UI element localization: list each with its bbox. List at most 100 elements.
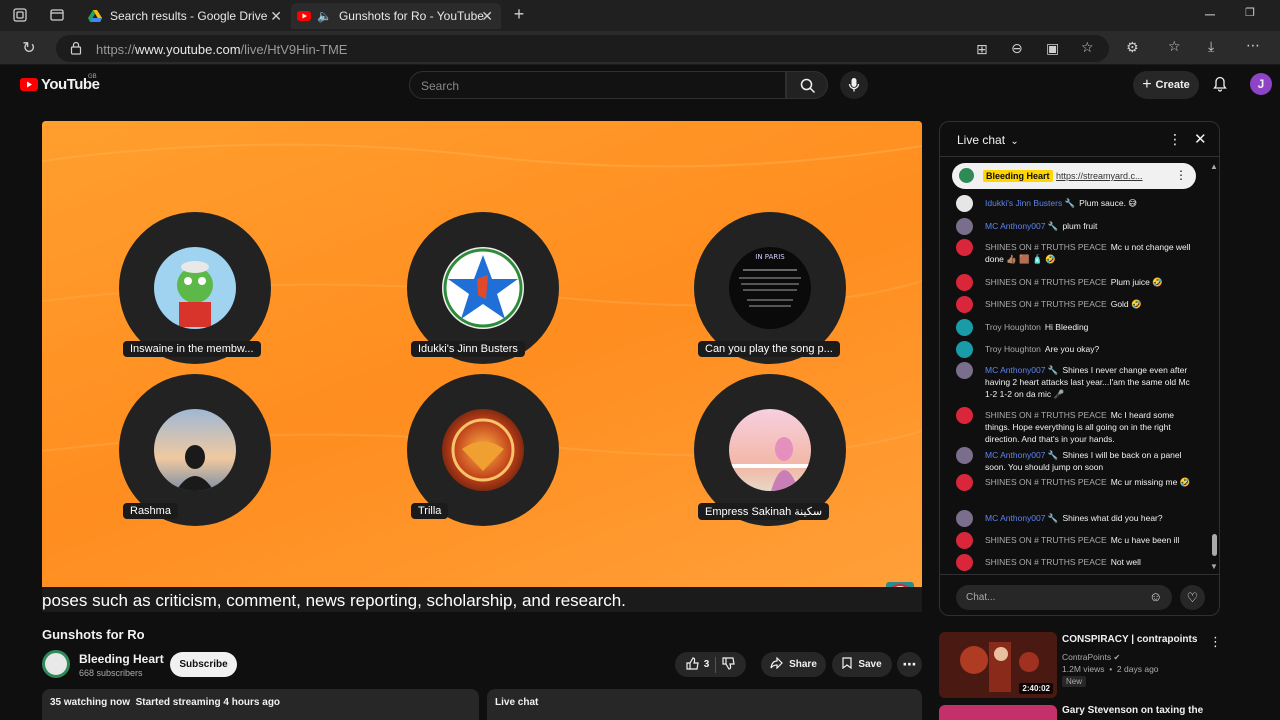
pinned-message[interactable]: Bleeding Heart https://streamyard.c... ⋮ xyxy=(952,163,1196,189)
zoom-icon[interactable]: ⊖ xyxy=(1011,40,1023,57)
recommended-thumbnail[interactable]: 2:40:02 xyxy=(939,632,1057,698)
participant-name: Trilla xyxy=(411,503,449,519)
message-author[interactable]: SHINES ON # TRUTHS PEACE xyxy=(985,557,1107,567)
participant-avatar xyxy=(442,247,524,329)
video-player[interactable]: Inswaine in the membw... Idukki's Jinn B… xyxy=(42,121,922,612)
author-avatar xyxy=(956,296,973,313)
channel-avatar[interactable] xyxy=(42,650,70,678)
favorite-star-icon[interactable]: ☆ xyxy=(1081,39,1094,56)
search-button[interactable] xyxy=(786,71,828,99)
author-avatar xyxy=(956,554,973,571)
url-field[interactable]: https://www.youtube.com/live/HtV9Hin-TME… xyxy=(56,35,1109,62)
downloads-icon[interactable]: ⤓ xyxy=(1208,38,1214,55)
chat-mode-dropdown[interactable]: Live chat ⌄ xyxy=(957,133,1019,147)
pinned-link[interactable]: https://streamyard.c... xyxy=(1056,171,1143,181)
dislike-button[interactable] xyxy=(722,656,735,673)
recommended-thumbnail-next[interactable] xyxy=(939,705,1057,720)
tab-label: Search results - Google Drive xyxy=(110,9,268,23)
restore-button[interactable]: ❐ xyxy=(1242,6,1258,19)
message-author[interactable]: SHINES ON # TRUTHS PEACE xyxy=(985,277,1107,287)
youtube-icon xyxy=(297,11,311,21)
workspaces-icon[interactable] xyxy=(12,7,28,23)
message-author[interactable]: MC Anthony007 🔧 xyxy=(985,221,1058,231)
message-text: Plum juice 🤣 xyxy=(1110,277,1163,287)
recommended-title-next[interactable]: Gary Stevenson on taxing the xyxy=(1062,705,1203,716)
message-author[interactable]: SHINES ON # TRUTHS PEACE xyxy=(985,535,1107,545)
heart-reaction-icon[interactable]: ♡ xyxy=(1180,585,1205,610)
thumbs-up-icon xyxy=(686,656,699,673)
message-author[interactable]: SHINES ON # TRUTHS PEACE xyxy=(985,242,1107,252)
participant-tile[interactable]: Inswaine in the membw... xyxy=(119,212,271,364)
pinned-author[interactable]: Bleeding Heart xyxy=(983,170,1053,182)
pinned-options-icon[interactable]: ⋮ xyxy=(1175,168,1187,182)
participant-name: Rashma xyxy=(123,503,178,519)
recommended-more-icon[interactable]: ⋮ xyxy=(1209,634,1222,650)
speaker-icon[interactable]: 🔈 xyxy=(317,9,332,23)
new-tab-button[interactable]: + xyxy=(510,5,528,23)
tab-actions-icon[interactable] xyxy=(49,7,65,23)
like-count: 3 xyxy=(703,659,710,670)
tab-google-drive[interactable]: Search results - Google Drive ✕ xyxy=(80,3,290,29)
emoji-icon[interactable]: ☺ xyxy=(1149,589,1162,604)
close-icon[interactable]: ✕ xyxy=(481,8,493,25)
recommended-title[interactable]: CONSPIRACY | contrapoints xyxy=(1062,634,1197,645)
chat-header: Live chat ⌄ ⋮ ✕ xyxy=(940,122,1219,157)
message-author[interactable]: SHINES ON # TRUTHS PEACE xyxy=(985,410,1107,420)
message-author[interactable]: Idukki's Jinn Busters 🔧 xyxy=(985,198,1075,208)
scroll-up-icon[interactable]: ▲ xyxy=(1210,162,1218,171)
close-chat-icon[interactable]: ✕ xyxy=(1194,130,1207,148)
author-avatar xyxy=(956,195,973,212)
message-author[interactable]: MC Anthony007 🔧 xyxy=(985,450,1058,460)
minimize-button[interactable]: ─ xyxy=(1202,6,1218,22)
participant-tile[interactable]: IN PARIS Can you play the song p... xyxy=(694,212,846,364)
scroll-down-icon[interactable]: ▼ xyxy=(1210,562,1218,571)
chat-footer: Chat... ☺ ♡ xyxy=(940,574,1219,615)
more-actions-button[interactable]: ⋯ xyxy=(897,652,922,677)
subscriber-count: 668 subscribers xyxy=(79,668,143,678)
media-icon[interactable]: ▣ xyxy=(1046,40,1059,57)
refresh-icon[interactable]: ↻ xyxy=(20,38,38,58)
live-chat-replay-box[interactable]: Live chat xyxy=(487,689,922,720)
app-available-icon[interactable]: ⊞ xyxy=(976,41,988,58)
like-dislike-group: 3 xyxy=(675,652,746,677)
channel-name[interactable]: Bleeding Heart xyxy=(79,652,164,666)
recommended-channel[interactable]: ContraPoints ✔ xyxy=(1062,652,1120,662)
message-author[interactable]: Troy Houghton xyxy=(985,322,1041,332)
close-icon[interactable]: ✕ xyxy=(270,8,282,25)
extensions-icon[interactable]: ⚙ xyxy=(1126,39,1139,56)
message-text: Plum sauce. 😅 xyxy=(1079,198,1138,208)
save-button[interactable]: Save xyxy=(832,652,892,677)
message-author[interactable]: Troy Houghton xyxy=(985,344,1041,354)
lock-icon[interactable] xyxy=(70,41,82,58)
participant-avatar: IN PARIS xyxy=(729,247,811,329)
scroll-thumb[interactable] xyxy=(1212,534,1217,556)
notifications-bell-icon[interactable] xyxy=(1213,76,1227,97)
like-button[interactable]: 3 xyxy=(686,656,710,673)
youtube-logo-icon[interactable] xyxy=(20,78,38,91)
subscribe-button[interactable]: Subscribe xyxy=(170,652,237,677)
message-author[interactable]: SHINES ON # TRUTHS PEACE xyxy=(985,299,1107,309)
participant-tile[interactable]: Empress Sakinah سكينة xyxy=(694,374,846,526)
chat-scrollbar[interactable]: ▲ ▼ xyxy=(1209,158,1219,574)
chat-input[interactable]: Chat... ☺ xyxy=(956,585,1172,610)
create-button[interactable]: + Create xyxy=(1133,71,1199,99)
participant-tile[interactable]: Rashma xyxy=(119,374,271,526)
message-author[interactable]: SHINES ON # TRUTHS PEACE xyxy=(985,477,1107,487)
more-menu-icon[interactable]: ⋯ xyxy=(1246,37,1260,54)
tab-youtube[interactable]: 🔈 Gunshots for Ro - YouTube ✕ xyxy=(291,3,501,29)
favorites-icon[interactable]: ☆ xyxy=(1168,38,1181,55)
message-author[interactable]: MC Anthony007 🔧 xyxy=(985,365,1058,375)
message-author[interactable]: MC Anthony007 🔧 xyxy=(985,513,1058,523)
account-avatar[interactable]: J xyxy=(1250,73,1272,95)
svg-text:IN PARIS: IN PARIS xyxy=(755,253,785,261)
description-box[interactable]: 35 watching now Started streaming 4 hour… xyxy=(42,689,479,720)
region-code: GB xyxy=(88,74,97,80)
voice-search-button[interactable] xyxy=(840,71,868,99)
search-input[interactable]: Search xyxy=(409,71,786,99)
participant-tile[interactable]: Trilla xyxy=(407,374,559,526)
share-button[interactable]: Share xyxy=(761,652,826,677)
ticker-text: poses such as criticism, comment, news r… xyxy=(42,591,626,610)
message-text: Are you okay? xyxy=(1044,344,1100,354)
chat-options-icon[interactable]: ⋮ xyxy=(1168,131,1182,148)
participant-tile[interactable]: Idukki's Jinn Busters xyxy=(407,212,559,364)
